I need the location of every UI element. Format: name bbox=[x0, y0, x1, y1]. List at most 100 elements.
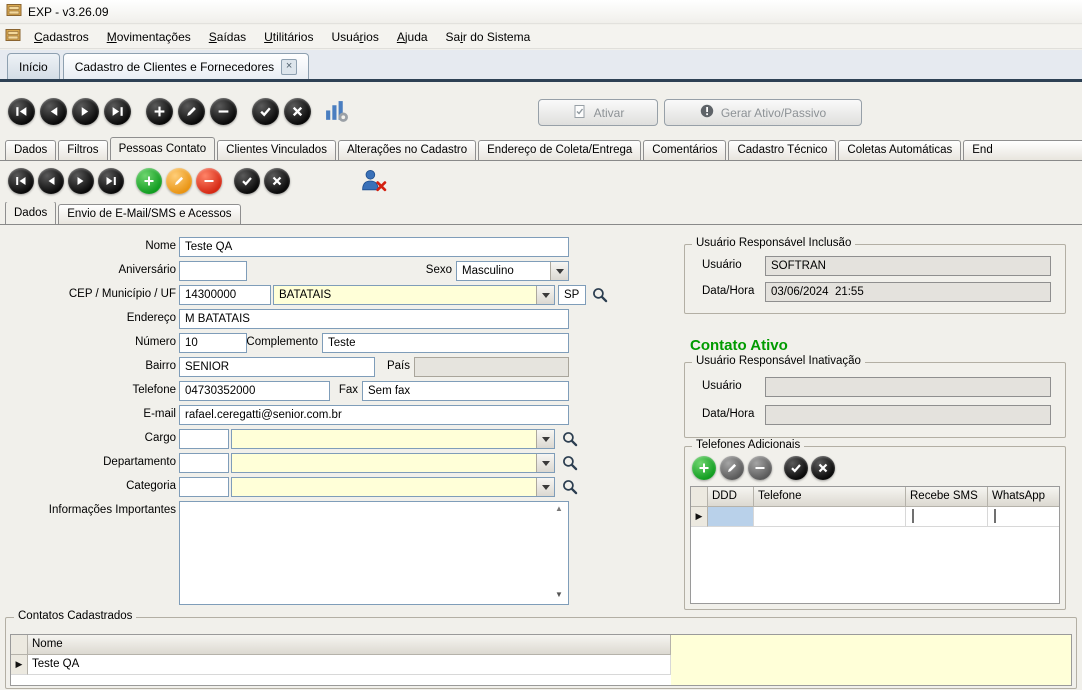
dropdown-arrow-icon[interactable] bbox=[550, 262, 568, 280]
tab-cadastro-tecnico[interactable]: Cadastro Técnico bbox=[728, 140, 836, 160]
cargo-code-input[interactable] bbox=[179, 429, 229, 449]
bairro-input[interactable] bbox=[179, 357, 375, 377]
tab-alteracoes-no-cadastro[interactable]: Alterações no Cadastro bbox=[338, 140, 476, 160]
email-label: E-mail bbox=[16, 408, 176, 420]
contatos-grid-row[interactable]: ▶ Teste QA bbox=[11, 655, 1071, 675]
add-record-button[interactable] bbox=[146, 98, 173, 125]
telefones-grid: DDD Telefone Recebe SMS WhatsApp ▶ bbox=[690, 486, 1060, 604]
cep-input[interactable] bbox=[179, 285, 271, 305]
menu-item-ajuda[interactable]: Ajuda bbox=[388, 27, 437, 47]
menu-item-cadastros[interactable]: Cadastros bbox=[25, 27, 98, 47]
tab-enderecos-clipped[interactable]: End bbox=[963, 140, 1082, 160]
dropdown-arrow-icon[interactable] bbox=[536, 430, 554, 448]
tab-filtros[interactable]: Filtros bbox=[58, 140, 107, 160]
fax-input[interactable] bbox=[362, 381, 569, 401]
cep-municipio-uf-label: CEP / Município / UF bbox=[16, 288, 176, 300]
tab-inicio[interactable]: Início bbox=[7, 53, 60, 79]
aniversario-input[interactable] bbox=[179, 261, 247, 281]
pais-input bbox=[414, 357, 569, 377]
close-tab-icon[interactable]: × bbox=[281, 59, 297, 75]
categoria-code-input[interactable] bbox=[179, 477, 229, 497]
nome-input[interactable] bbox=[179, 237, 569, 257]
contact-prev-button[interactable] bbox=[38, 168, 64, 194]
endereco-input[interactable] bbox=[179, 309, 569, 329]
menu-item-sair-do-sistema[interactable]: Sair do Sistema bbox=[437, 27, 540, 47]
prev-record-button[interactable] bbox=[40, 98, 67, 125]
numero-input[interactable] bbox=[179, 333, 247, 353]
categoria-select[interactable] bbox=[231, 477, 555, 497]
edit-record-button[interactable] bbox=[178, 98, 205, 125]
tab-envio-email-sms-acessos[interactable]: Envio de E-Mail/SMS e Acessos bbox=[58, 204, 240, 224]
menu-item-usuarios[interactable]: Usuários bbox=[322, 27, 387, 47]
tab-contato-dados[interactable]: Dados bbox=[5, 202, 56, 225]
whatsapp-cell[interactable] bbox=[988, 507, 1059, 527]
telefone-add-button[interactable] bbox=[692, 456, 716, 480]
inclusao-datahora-label: Data/Hora bbox=[702, 285, 754, 297]
cancel-record-button[interactable] bbox=[284, 98, 311, 125]
delete-record-button[interactable] bbox=[210, 98, 237, 125]
gerar-ativo-passivo-button[interactable]: Gerar Ativo/Passivo bbox=[664, 99, 862, 126]
menu-item-movimentacoes[interactable]: Movimentações bbox=[98, 27, 200, 47]
search-departamento-button[interactable] bbox=[562, 455, 578, 471]
municipio-select[interactable]: BATATAIS bbox=[273, 285, 555, 305]
complemento-input[interactable] bbox=[322, 333, 569, 353]
cargo-select[interactable] bbox=[231, 429, 555, 449]
last-record-button[interactable] bbox=[104, 98, 131, 125]
telefone-confirm-button[interactable] bbox=[784, 456, 808, 480]
whatsapp-checkbox[interactable] bbox=[994, 509, 996, 523]
tab-clientes-vinculados[interactable]: Clientes Vinculados bbox=[217, 140, 336, 160]
departamento-select[interactable] bbox=[231, 453, 555, 473]
telefone-cancel-button[interactable] bbox=[811, 456, 835, 480]
contact-edit-button[interactable] bbox=[166, 168, 192, 194]
sexo-select[interactable]: Masculino bbox=[456, 261, 569, 281]
ddd-cell[interactable] bbox=[708, 507, 754, 527]
ativar-button[interactable]: Ativar bbox=[538, 99, 658, 126]
tab-endereco-coleta-entrega[interactable]: Endereço de Coleta/Entrega bbox=[478, 140, 641, 160]
recebe-sms-cell[interactable] bbox=[906, 507, 988, 527]
telefone-delete-button[interactable] bbox=[748, 456, 772, 480]
contact-cancel-button[interactable] bbox=[264, 168, 290, 194]
application-window: EXP - v3.26.09 Cadastros Movimentações S… bbox=[0, 0, 1082, 690]
magnifier-icon bbox=[562, 460, 578, 474]
row-selector-cell: ▶ bbox=[11, 655, 28, 675]
uf-input[interactable] bbox=[558, 285, 586, 305]
confirm-record-button[interactable] bbox=[252, 98, 279, 125]
nome-cell[interactable]: Teste QA bbox=[28, 655, 671, 675]
chart-button[interactable] bbox=[324, 99, 349, 127]
contact-next-button[interactable] bbox=[68, 168, 94, 194]
search-categoria-button[interactable] bbox=[562, 479, 578, 495]
contact-add-button[interactable] bbox=[136, 168, 162, 194]
inativacao-usuario-label: Usuário bbox=[702, 380, 742, 392]
contact-last-button[interactable] bbox=[98, 168, 124, 194]
tab-comentarios[interactable]: Comentários bbox=[643, 140, 726, 160]
menu-item-saidas[interactable]: Saídas bbox=[200, 27, 255, 47]
telefone-input[interactable] bbox=[179, 381, 330, 401]
contact-confirm-button[interactable] bbox=[234, 168, 260, 194]
contact-first-button[interactable] bbox=[8, 168, 34, 194]
scroll-up-icon[interactable]: ▲ bbox=[555, 504, 563, 513]
informacoes-importantes-textarea[interactable] bbox=[179, 501, 569, 605]
remove-contact-access-button[interactable] bbox=[360, 168, 387, 196]
recebe-sms-checkbox[interactable] bbox=[912, 509, 914, 523]
telefones-grid-row[interactable]: ▶ bbox=[691, 507, 1059, 527]
search-cargo-button[interactable] bbox=[562, 431, 578, 447]
dropdown-arrow-icon[interactable] bbox=[536, 478, 554, 496]
email-input[interactable] bbox=[179, 405, 569, 425]
tab-coletas-automaticas[interactable]: Coletas Automáticas bbox=[838, 140, 961, 160]
tab-pessoas-contato[interactable]: Pessoas Contato bbox=[110, 137, 216, 161]
menu-item-utilitarios[interactable]: Utilitários bbox=[255, 27, 322, 47]
dropdown-arrow-icon[interactable] bbox=[536, 286, 554, 304]
first-record-button[interactable] bbox=[8, 98, 35, 125]
nome-label: Nome bbox=[16, 240, 176, 252]
search-municipio-button[interactable] bbox=[592, 287, 608, 303]
telefone-edit-button[interactable] bbox=[720, 456, 744, 480]
next-record-button[interactable] bbox=[72, 98, 99, 125]
dropdown-arrow-icon[interactable] bbox=[536, 454, 554, 472]
telefone-cell[interactable] bbox=[754, 507, 906, 527]
departamento-code-input[interactable] bbox=[179, 453, 229, 473]
tab-dados[interactable]: Dados bbox=[5, 140, 56, 160]
contact-delete-button[interactable] bbox=[196, 168, 222, 194]
tab-cadastro-clientes-fornecedores[interactable]: Cadastro de Clientes e Fornecedores × bbox=[63, 53, 309, 79]
inativacao-datahora-label: Data/Hora bbox=[702, 408, 754, 420]
scroll-down-icon[interactable]: ▼ bbox=[555, 590, 563, 599]
